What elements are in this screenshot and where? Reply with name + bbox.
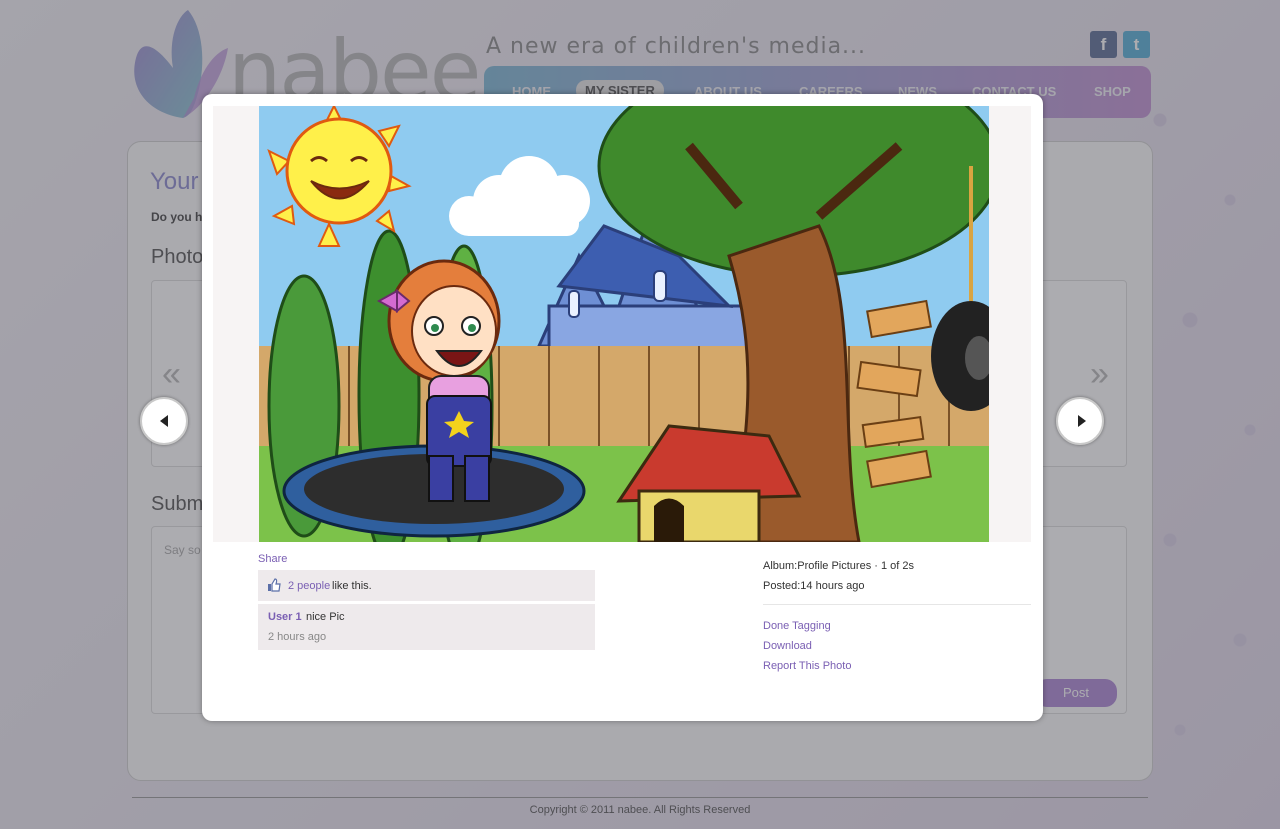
photo-lightbox: Share 2 people like this. User 1 nice Pi… [202,94,1043,721]
album-info: Album:Profile Pictures · 1 of 2s [763,560,915,572]
comment-time: 2 hours ago [268,631,327,643]
report-photo-link[interactable]: Report This Photo [763,660,851,672]
likes-box: 2 people like this. [258,570,595,602]
likes-count-link[interactable]: 2 people [288,580,330,592]
share-link[interactable]: Share [258,553,287,565]
thumbs-up-icon [268,578,281,592]
likes-text: like this. [332,580,372,592]
comment-user-link[interactable]: User 1 [268,611,302,623]
comment-text: nice Pic [306,611,345,623]
next-photo-button[interactable] [1056,397,1104,445]
photo-frame [213,106,1031,542]
download-link[interactable]: Download [763,640,812,652]
meta-divider [763,604,1031,605]
done-tagging-link[interactable]: Done Tagging [763,620,831,632]
chevron-right-icon [1078,415,1086,427]
photo-image [259,106,989,542]
comment-item: User 1 nice Pic 2 hours ago [258,604,595,650]
chevron-left-icon [160,415,168,427]
posted-info: Posted:14 hours ago [763,580,865,592]
previous-photo-button[interactable] [140,397,188,445]
